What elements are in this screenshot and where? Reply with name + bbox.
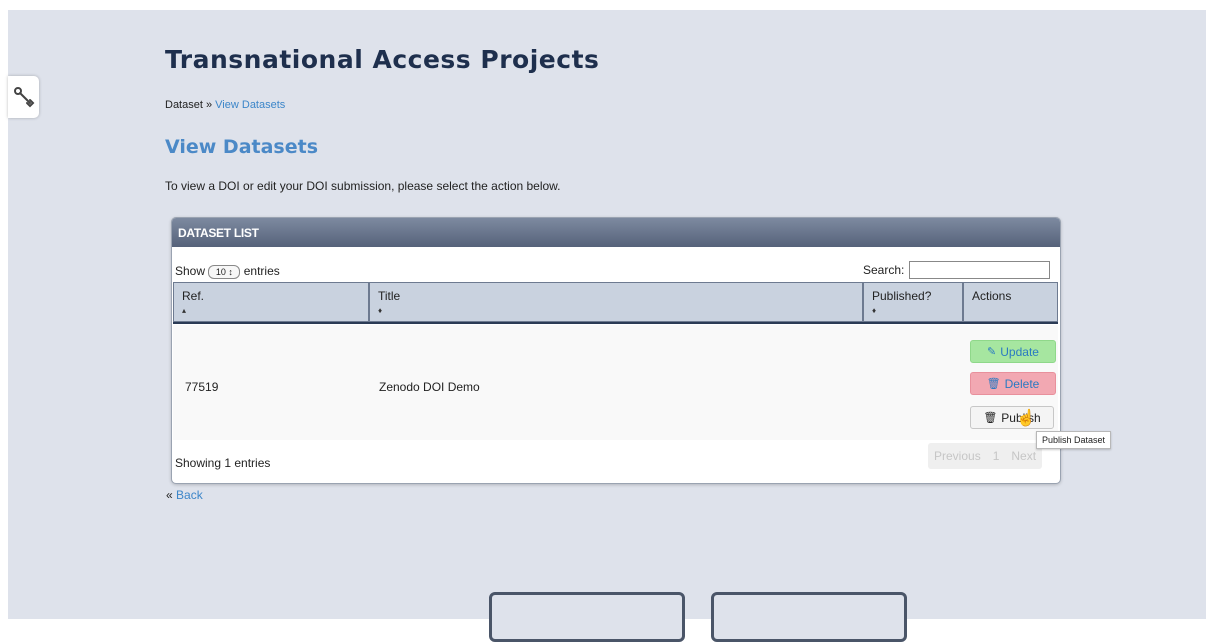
column-label: Actions	[972, 289, 1012, 303]
pagination-previous[interactable]: Previous	[928, 443, 987, 469]
update-label: Update	[1000, 344, 1039, 359]
back-prefix: «	[166, 488, 173, 502]
entries-label: entries	[243, 264, 280, 278]
dataset-list-panel: DATASET LIST Show 10 ↕ entries Search: R…	[171, 217, 1061, 484]
search-label: Search:	[863, 263, 905, 277]
table-row: 77519 Zenodo DOI Demo	[173, 325, 1058, 440]
column-header-published[interactable]: Published? ♦	[863, 282, 963, 322]
column-header-title[interactable]: Title ♦	[369, 282, 863, 322]
breadcrumb: Dataset » View Datasets	[165, 99, 285, 111]
publish-tooltip: Publish Dataset	[1036, 431, 1112, 449]
wrench-icon	[13, 87, 34, 108]
page-length-select[interactable]: 10 ↕	[208, 264, 241, 279]
cell-title: Zenodo DOI Demo	[379, 380, 480, 394]
column-header-actions: Actions	[963, 282, 1058, 322]
column-label: Title	[378, 289, 401, 303]
pencil-icon: ✎	[987, 346, 997, 358]
delete-button[interactable]: 🗑 Delete	[970, 372, 1056, 395]
table-info: Showing 1 entries	[175, 456, 271, 470]
panel-header: DATASET LIST	[172, 218, 1060, 247]
page-title: Transnational Access Projects	[165, 45, 600, 74]
pagination: Previous 1 Next	[928, 443, 1043, 469]
trash-icon: 🗑	[983, 412, 998, 424]
sort-icon: ♦	[378, 306, 383, 315]
column-header-ref[interactable]: Ref. ▴	[173, 282, 369, 322]
sort-asc-icon: ▴	[182, 306, 187, 315]
breadcrumb-link-view-datasets[interactable]: View Datasets	[215, 99, 285, 111]
sort-icon: ♦	[872, 306, 877, 315]
column-label: Ref.	[182, 289, 205, 303]
show-label: Show	[175, 264, 206, 278]
page-length-control: Show 10 ↕ entries	[175, 264, 280, 279]
search-control: Search:	[863, 261, 1051, 279]
delete-label: Delete	[1004, 376, 1040, 391]
column-label: Published?	[872, 289, 932, 303]
hand-pointer-icon: ☝	[1016, 410, 1036, 427]
intro-text: To view a DOI or edit your DOI submissio…	[165, 179, 561, 193]
breadcrumb-separator: »	[205, 99, 213, 111]
table-header: Ref. ▴ Title ♦ Published? ♦ Actions	[173, 282, 1058, 324]
page-background: Transnational Access Projects Dataset » …	[8, 10, 1206, 642]
bottom-button-right[interactable]	[711, 592, 907, 642]
back-link[interactable]: Back	[176, 488, 203, 502]
update-button[interactable]: ✎ Update	[970, 340, 1056, 363]
trash-icon: 🗑	[986, 378, 1001, 390]
breadcrumb-root: Dataset	[165, 99, 203, 111]
page-length-value: 10	[215, 266, 226, 277]
search-input[interactable]	[909, 261, 1051, 279]
bottom-button-left[interactable]	[489, 592, 685, 642]
tools-tab[interactable]	[8, 76, 39, 118]
pagination-page[interactable]: 1	[987, 443, 1006, 469]
cell-ref: 77519	[185, 380, 219, 394]
section-title: View Datasets	[165, 136, 319, 158]
back-link-row: « Back	[166, 488, 203, 502]
publish-button[interactable]: 🗑 Publish	[970, 406, 1054, 429]
